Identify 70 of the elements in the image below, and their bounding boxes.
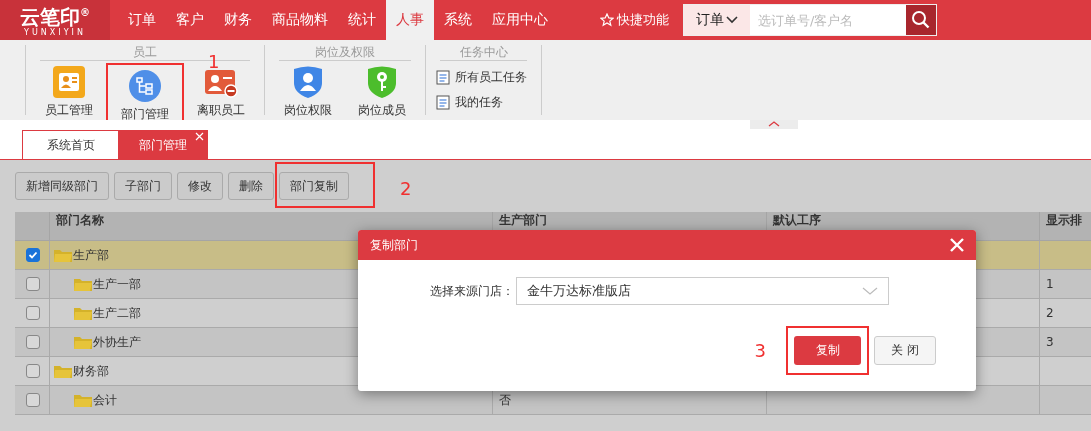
toolbar-button[interactable]: 新增同级部门: [15, 172, 109, 200]
store-select[interactable]: 金牛万达标准版店: [516, 277, 889, 305]
contact-card-icon: [52, 65, 86, 99]
collapse-handle[interactable]: [750, 120, 798, 129]
document-icon: [436, 70, 450, 85]
folder-icon: [54, 248, 72, 262]
toolbar-button[interactable]: 部门复制: [279, 172, 349, 200]
table-cell: 3: [1040, 328, 1091, 357]
ribbon-button[interactable]: 员工管理: [32, 65, 106, 119]
toolbar-button[interactable]: 修改: [177, 172, 223, 200]
close-dialog-button[interactable]: 关 闭: [874, 336, 936, 365]
user-shield-icon: [291, 65, 325, 99]
chevron-down-icon: [862, 286, 878, 296]
search-icon: [911, 10, 931, 30]
nav-tab[interactable]: 统计: [338, 0, 386, 40]
checkbox[interactable]: [26, 335, 40, 349]
search-scope-dropdown[interactable]: 订单: [684, 5, 750, 35]
table-cell: 1: [1040, 270, 1091, 299]
checkbox[interactable]: [26, 248, 40, 262]
department-name: 外协生产: [93, 333, 141, 351]
logo: 云笔印$^{®}$ YUNXIYIN: [0, 0, 110, 40]
nav-tab[interactable]: 订单: [118, 0, 166, 40]
checkbox[interactable]: [26, 364, 40, 378]
table-cell: [1040, 241, 1091, 270]
department-name: 会计: [93, 391, 117, 409]
page-tab[interactable]: 部门管理: [118, 130, 208, 159]
step-number: 2: [400, 178, 412, 199]
department-name: 生产一部: [93, 275, 141, 293]
folder-icon: [54, 364, 72, 378]
copy-button[interactable]: 复制: [794, 336, 861, 365]
group-title: 岗位及权限: [279, 45, 411, 61]
folder-icon: [74, 277, 92, 291]
group-title: 任务中心: [440, 45, 527, 61]
ribbon-button[interactable]: 岗位权限: [271, 65, 345, 119]
task-link[interactable]: 我的任务: [436, 94, 527, 111]
star-icon: [600, 13, 614, 27]
tree-row-cell[interactable]: 会计: [50, 386, 493, 415]
nav-tab[interactable]: 财务: [214, 0, 262, 40]
checkbox[interactable]: [26, 393, 40, 407]
folder-icon: [74, 335, 92, 349]
close-icon[interactable]: [195, 132, 204, 141]
column-header: 显示排: [1040, 212, 1091, 241]
nav-tab[interactable]: 商品物料: [262, 0, 338, 40]
checkbox[interactable]: [26, 277, 40, 291]
chevron-down-icon: [726, 16, 738, 24]
chevron-up-icon: [768, 120, 780, 127]
ribbon-button[interactable]: 岗位成员: [345, 65, 419, 119]
toolbar-button[interactable]: 子部门: [114, 172, 172, 200]
key-shield-icon: [365, 65, 399, 99]
nav-tab[interactable]: 系统: [434, 0, 482, 40]
nav-tab[interactable]: 人事: [386, 0, 434, 40]
folder-icon: [74, 306, 92, 320]
search-button[interactable]: [906, 5, 936, 35]
toolbar-button[interactable]: 删除: [228, 172, 274, 200]
page-tab[interactable]: 系统首页: [22, 130, 120, 159]
folder-icon: [74, 393, 92, 407]
task-link[interactable]: 所有员工任务: [436, 69, 527, 86]
close-button[interactable]: [950, 238, 964, 252]
department-name: 生产二部: [93, 304, 141, 322]
document-icon: [436, 95, 450, 110]
checkbox[interactable]: [26, 306, 40, 320]
org-chart-icon: [128, 69, 162, 103]
nav-tab[interactable]: 客户: [166, 0, 214, 40]
department-name: 生产部: [73, 246, 109, 264]
quick-functions-link[interactable]: 快捷功能: [617, 11, 669, 29]
check-icon: [28, 250, 38, 260]
department-name: 财务部: [73, 362, 109, 380]
step-number: 3: [754, 340, 766, 361]
nav-tab[interactable]: 应用中心: [482, 0, 558, 40]
search-field[interactable]: 订单 选订单号/客户名: [683, 4, 937, 36]
